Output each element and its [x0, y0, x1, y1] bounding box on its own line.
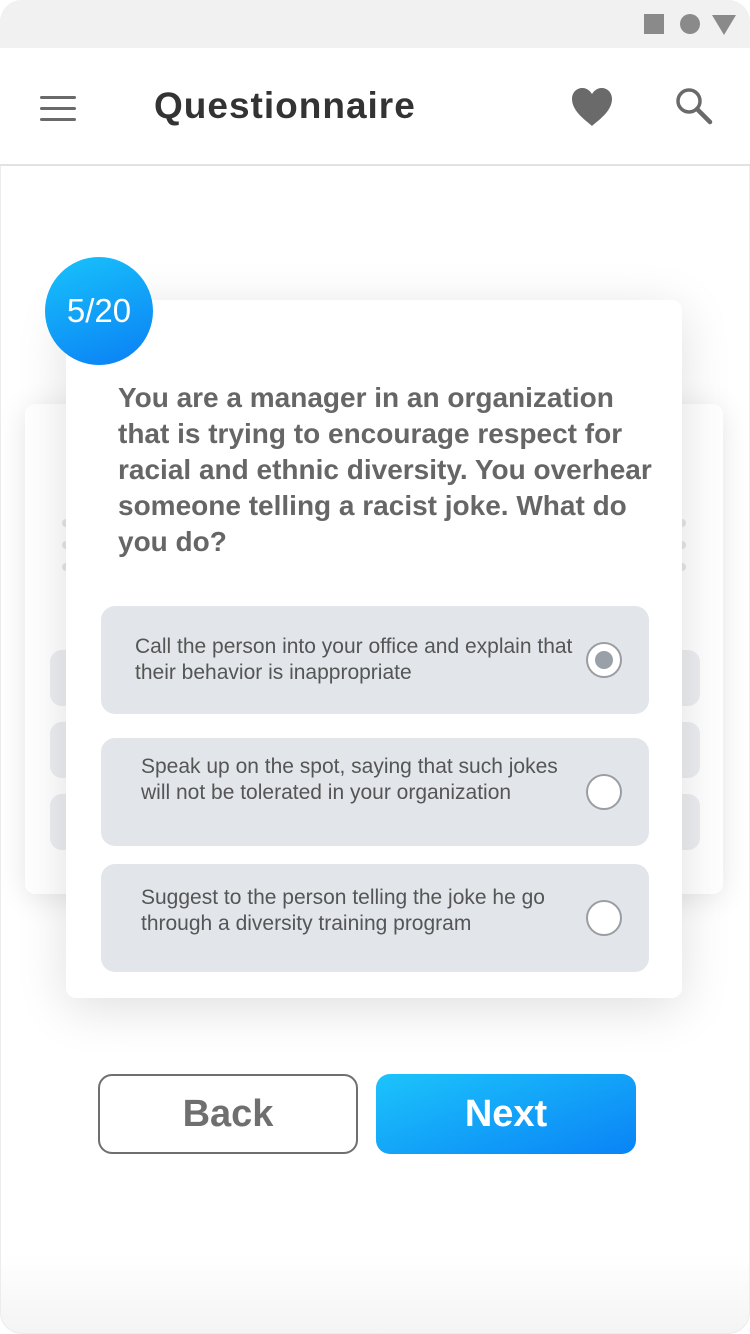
- menu-line: [40, 107, 76, 110]
- answer-option-label: Suggest to the person telling the joke h…: [141, 886, 545, 935]
- answer-option-1[interactable]: Call the person into your office and exp…: [101, 606, 649, 714]
- radio-button[interactable]: [586, 900, 622, 936]
- answer-option-3[interactable]: Suggest to the person telling the joke h…: [101, 864, 649, 972]
- app-bar: Questionnaire: [0, 48, 750, 166]
- square-icon: [644, 14, 664, 34]
- status-bar: [0, 0, 750, 48]
- radio-button[interactable]: [586, 774, 622, 810]
- menu-line: [40, 118, 76, 121]
- circle-icon: [680, 14, 700, 34]
- menu-icon[interactable]: [40, 96, 76, 122]
- page-title: Questionnaire: [154, 85, 416, 126]
- progress-badge: 5/20: [45, 257, 153, 365]
- next-button[interactable]: Next: [376, 1074, 636, 1154]
- answer-option-2[interactable]: Speak up on the spot, saying that such j…: [101, 738, 649, 846]
- search-icon[interactable]: [674, 86, 714, 126]
- menu-line: [40, 96, 76, 99]
- radio-button-selected[interactable]: [586, 642, 622, 678]
- phone-frame: Questionnaire 5/20 You are a manager in …: [0, 0, 750, 1334]
- answer-option-label: Call the person into your office and exp…: [135, 635, 573, 684]
- question-text: You are a manager in an organization tha…: [118, 382, 652, 557]
- triangle-icon: [712, 15, 736, 35]
- answer-option-label: Speak up on the spot, saying that such j…: [141, 755, 558, 804]
- heart-icon[interactable]: [570, 86, 614, 128]
- back-button[interactable]: Back: [98, 1074, 358, 1154]
